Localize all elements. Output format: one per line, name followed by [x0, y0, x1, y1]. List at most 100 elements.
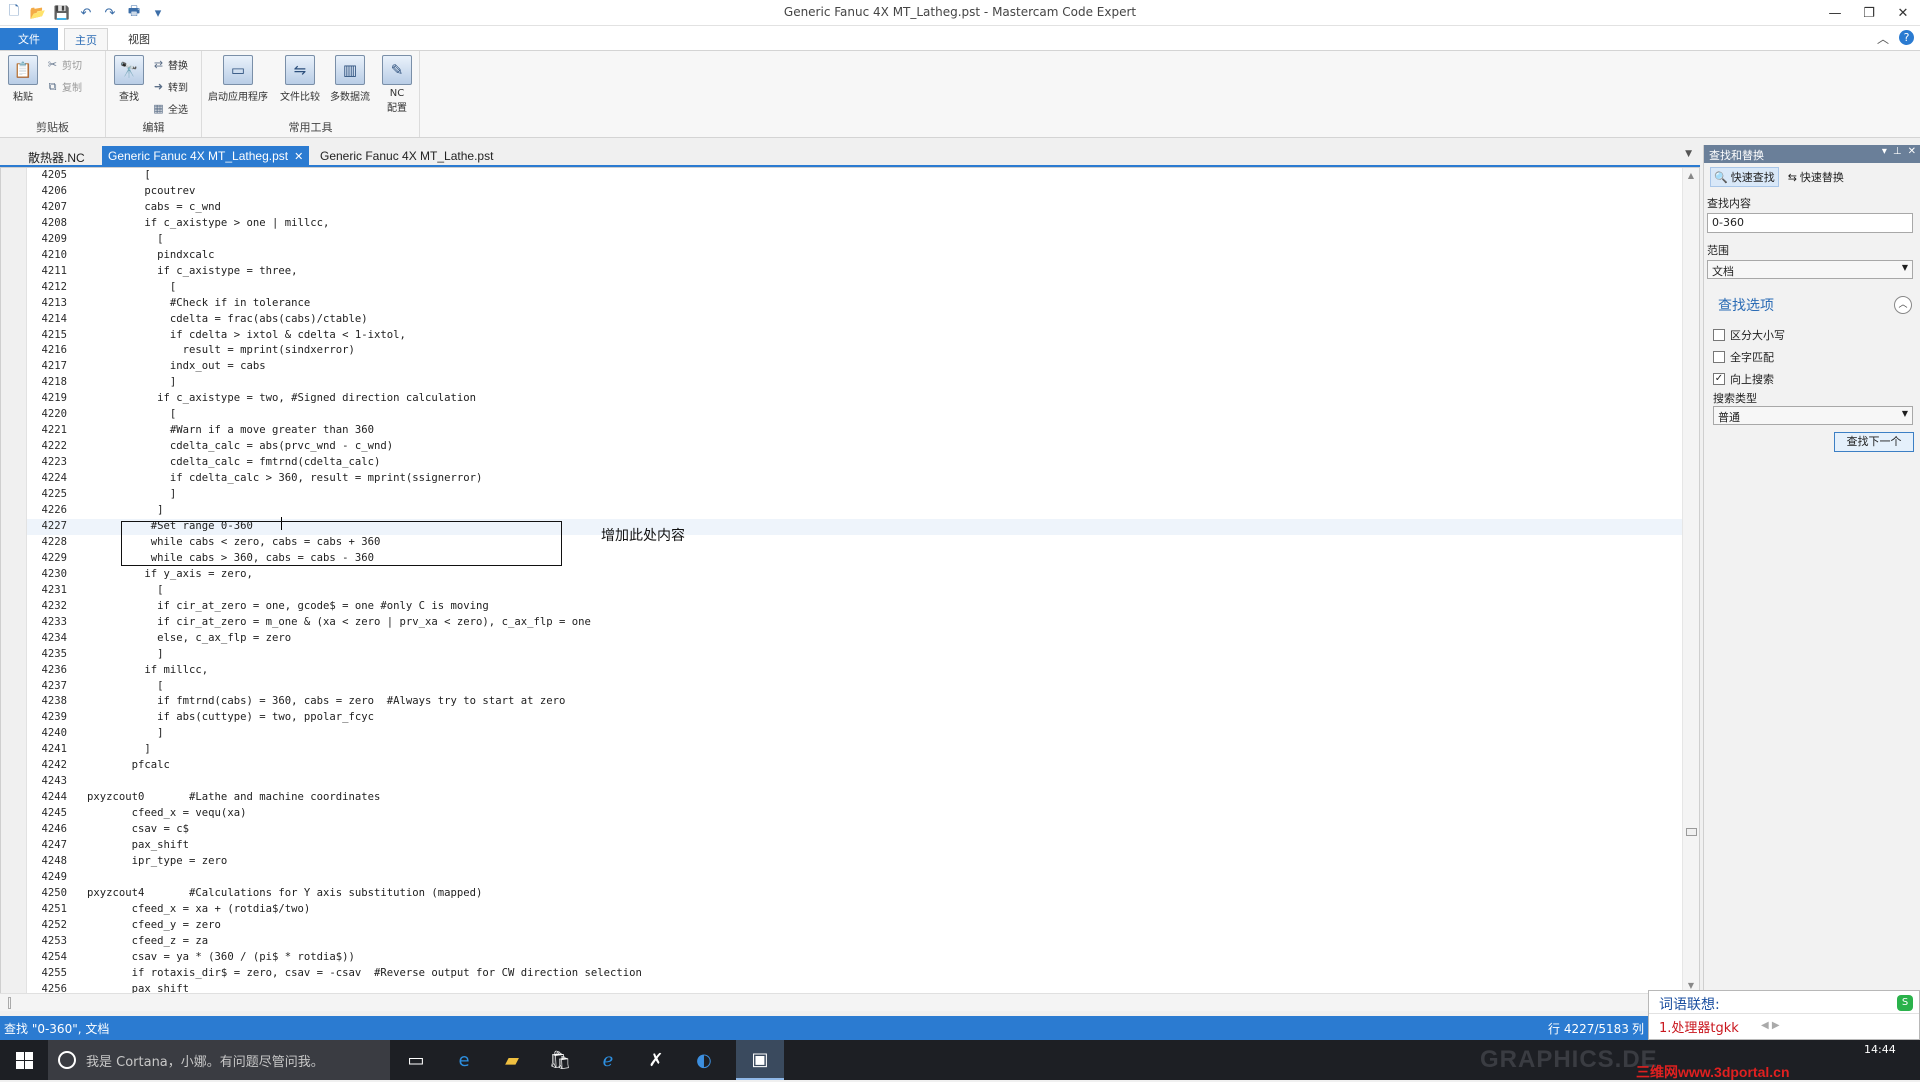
code-line[interactable]: 4249: [27, 870, 1682, 886]
tab-list-dropdown-icon[interactable]: ▼: [1685, 149, 1692, 159]
vertical-scrollbar[interactable]: ▲ ▼: [1682, 168, 1699, 994]
code-line[interactable]: 4209 [: [27, 232, 1682, 248]
code-line[interactable]: 4254 csav = ya * (360 / (pi$ * rotdia$)): [27, 950, 1682, 966]
code-line[interactable]: 4250 pxyzcout4 #Calculations for Y axis s…: [27, 886, 1682, 902]
close-tab-icon[interactable]: ✕: [294, 151, 303, 163]
code-line[interactable]: 4218 ]: [27, 375, 1682, 391]
help-icon[interactable]: ?: [1899, 30, 1914, 45]
paste-button[interactable]: 📋 粘贴: [8, 55, 38, 103]
code-line[interactable]: 4211 if c_axistype = three,: [27, 264, 1682, 280]
code-line[interactable]: 4234 else, c_ax_flp = zero: [27, 631, 1682, 647]
ime-page-arrows-icon[interactable]: ◀ ▶: [1761, 1020, 1780, 1031]
code-line[interactable]: 4245 cfeed_x = vequ(xa): [27, 806, 1682, 822]
internet-explorer-icon[interactable]: ℯ: [584, 1040, 632, 1080]
code-line[interactable]: 4206 pcoutrev: [27, 184, 1682, 200]
code-line[interactable]: 4208 if c_axistype > one | millcc,: [27, 216, 1682, 232]
panel-close-icon[interactable]: ✕: [1908, 146, 1916, 157]
code-line[interactable]: 4220 [: [27, 407, 1682, 423]
code-editor[interactable]: 4205 [4206 pcoutrev 4207 cabs = c_wnd 4208…: [0, 167, 1700, 995]
find-options-header[interactable]: 查找选项 ︿: [1704, 295, 1920, 317]
horizontal-scrollbar[interactable]: [0, 993, 1700, 1011]
tab-home[interactable]: 主页: [64, 28, 108, 50]
code-line[interactable]: 4215 if cdelta > ixtol & cdelta < 1-ixto…: [27, 328, 1682, 344]
select-all-button[interactable]: ▦ 全选: [152, 101, 188, 116]
minimize-icon[interactable]: —: [1818, 0, 1852, 26]
code-line[interactable]: 4239 if abs(cuttype) = two, ppolar_fcyc: [27, 710, 1682, 726]
find-next-button[interactable]: 查找下一个: [1834, 432, 1914, 452]
search-up-option[interactable]: ✓ 向上搜索: [1704, 371, 1920, 387]
panel-menu-icon[interactable]: ▾: [1882, 146, 1887, 157]
code-line[interactable]: 4230 if y_axis = zero,: [27, 567, 1682, 583]
doc-tab-latheg[interactable]: Generic Fanuc 4X MT_Latheg.pst ✕: [102, 146, 310, 166]
file-compare-button[interactable]: ⇋ 文件比较: [280, 55, 320, 103]
whole-word-checkbox[interactable]: [1713, 351, 1725, 363]
scroll-up-icon[interactable]: ▲: [1686, 171, 1696, 181]
code-line[interactable]: 4233 if cir_at_zero = m_one & (xa < zero…: [27, 615, 1682, 631]
code-line[interactable]: 4212 [: [27, 280, 1682, 296]
cortana-search-box[interactable]: 我是 Cortana，小娜。有问题尽管问我。: [48, 1040, 390, 1080]
xenon-app-icon[interactable]: ✗: [632, 1040, 680, 1080]
code-line[interactable]: 4221 #Warn if a move greater than 360: [27, 423, 1682, 439]
code-line[interactable]: 4246 csav = c$: [27, 822, 1682, 838]
code-line[interactable]: 4222 cdelta_calc = abs(prvc_wnd - c_wnd): [27, 439, 1682, 455]
doc-tab-heatsink[interactable]: 散热器.NC: [22, 146, 91, 166]
launch-app-button[interactable]: ▭ 启动应用程序: [208, 55, 268, 103]
code-line[interactable]: 4240 ]: [27, 726, 1682, 742]
collapse-options-icon[interactable]: ︿: [1894, 296, 1912, 314]
code-line[interactable]: 4251 cfeed_x = xa + (rotdia$/two): [27, 902, 1682, 918]
collapse-ribbon-icon[interactable]: ︿: [1877, 30, 1889, 47]
copy-button[interactable]: ⧉ 复制: [46, 79, 82, 94]
match-case-checkbox[interactable]: [1713, 329, 1725, 341]
code-line[interactable]: 4247 pax_shift: [27, 838, 1682, 854]
code-line[interactable]: 4255 if rotaxis_dir$ = zero, csav = -csa…: [27, 966, 1682, 982]
scope-select[interactable]: 文档 ▼: [1707, 260, 1913, 279]
find-what-input[interactable]: 0-360: [1707, 213, 1913, 233]
match-case-option[interactable]: 区分大小写: [1704, 327, 1920, 343]
hscroll-thumb[interactable]: [8, 997, 11, 1009]
pin-icon[interactable]: ⊥: [1893, 146, 1902, 157]
code-line[interactable]: 4216 result = mprint(sindxerror): [27, 343, 1682, 359]
search-up-checkbox[interactable]: ✓: [1713, 373, 1725, 385]
search-type-select[interactable]: 普通 ▼: [1713, 406, 1913, 425]
code-line[interactable]: 4252 cfeed_y = zero: [27, 918, 1682, 934]
file-explorer-icon[interactable]: ▰: [488, 1040, 536, 1080]
code-line[interactable]: 4242 pfcalc: [27, 758, 1682, 774]
multi-stream-button[interactable]: ▥ 多数据流: [330, 55, 370, 103]
close-icon[interactable]: ✕: [1886, 0, 1920, 26]
code-line[interactable]: 4224 if cdelta_calc > 360, result = mpri…: [27, 471, 1682, 487]
code-line[interactable]: 4219 if c_axistype = two, #Signed direct…: [27, 391, 1682, 407]
replace-button[interactable]: ⇄ 替换: [152, 57, 188, 72]
code-line[interactable]: 4217 indx_out = cabs: [27, 359, 1682, 375]
code-line[interactable]: 4253 cfeed_z = za: [27, 934, 1682, 950]
code-line[interactable]: 4241 ]: [27, 742, 1682, 758]
restore-icon[interactable]: ❐: [1852, 0, 1886, 26]
code-line[interactable]: 4232 if cir_at_zero = one, gcode$ = one …: [27, 599, 1682, 615]
goto-button[interactable]: ➜ 转到: [152, 79, 188, 94]
code-line[interactable]: 4213 #Check if in tolerance: [27, 296, 1682, 312]
code-line[interactable]: 4243: [27, 774, 1682, 790]
mastercam-icon[interactable]: ◐: [680, 1040, 728, 1080]
code-line[interactable]: 4238 if fmtrnd(cabs) = 360, cabs = zero …: [27, 694, 1682, 710]
system-clock[interactable]: 14:44: [1864, 1043, 1896, 1056]
quick-find-button[interactable]: 🔍 快速查找: [1710, 167, 1779, 187]
code-line[interactable]: 4225 ]: [27, 487, 1682, 503]
code-line[interactable]: 4223 cdelta_calc = fmtrnd(cdelta_calc): [27, 455, 1682, 471]
code-line[interactable]: 4237 [: [27, 679, 1682, 695]
find-button[interactable]: 🔭 查找: [114, 55, 144, 103]
cut-button[interactable]: ✂ 剪切: [46, 57, 82, 72]
code-line[interactable]: 4226 ]: [27, 503, 1682, 519]
code-line[interactable]: 4207 cabs = c_wnd: [27, 200, 1682, 216]
ime-candidate[interactable]: 1.处理器tgkk: [1659, 1017, 1739, 1036]
edge-icon[interactable]: e: [440, 1040, 488, 1080]
nc-config-button[interactable]: ✎ NC 配置: [382, 55, 412, 114]
code-line[interactable]: 4231 [: [27, 583, 1682, 599]
code-line[interactable]: 4214 cdelta = frac(abs(cabs)/ctable): [27, 312, 1682, 328]
quick-replace-button[interactable]: ⇆ 快速替换: [1785, 167, 1847, 187]
tab-view[interactable]: 视图: [118, 28, 160, 50]
code-line[interactable]: 4248 ipr_type = zero: [27, 854, 1682, 870]
code-line[interactable]: 4244 pxyzcout0 #Lathe and machine coordin…: [27, 790, 1682, 806]
code-line[interactable]: 4205 [: [27, 168, 1682, 184]
start-button[interactable]: [0, 1040, 48, 1080]
tab-file[interactable]: 文件: [0, 28, 58, 50]
whole-word-option[interactable]: 全字匹配: [1704, 349, 1920, 365]
